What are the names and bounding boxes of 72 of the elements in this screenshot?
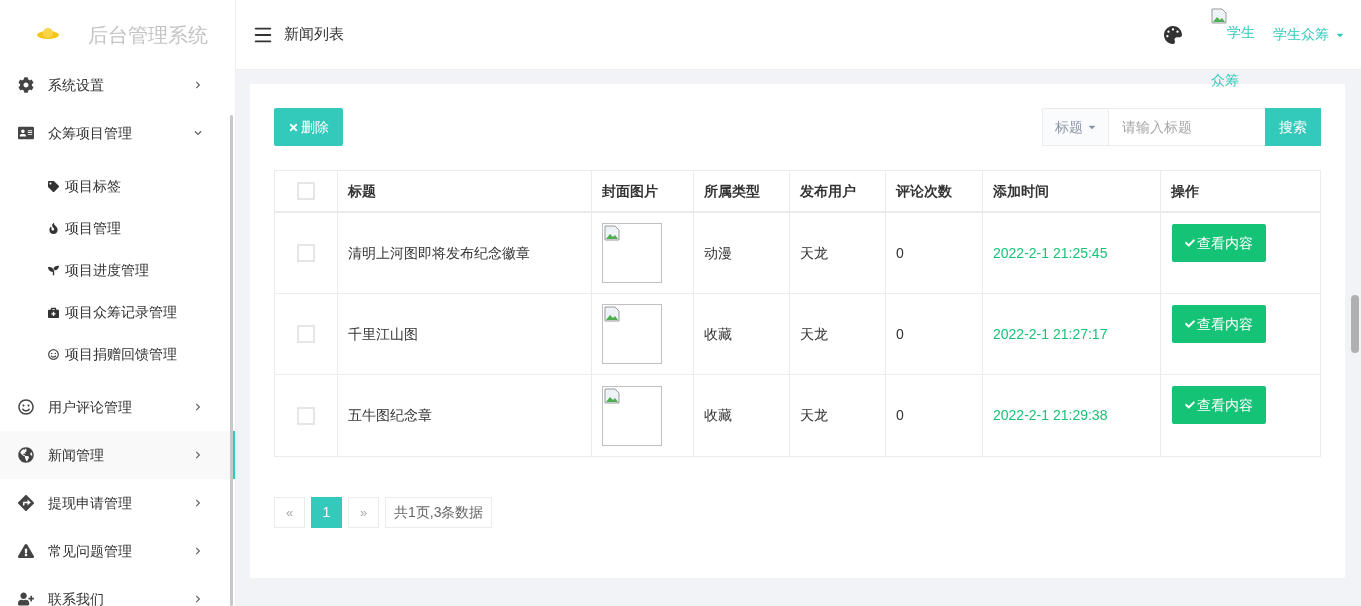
submenu-item[interactable]: 项目标签 bbox=[0, 165, 235, 207]
gear-icon bbox=[18, 77, 34, 93]
warning-icon bbox=[18, 543, 34, 559]
chevron-right-icon bbox=[194, 547, 202, 555]
user-cell-text: 天龙 bbox=[800, 324, 828, 344]
column-header: 评论次数 bbox=[896, 181, 952, 201]
column-header: 操作 bbox=[1171, 181, 1199, 201]
submenu-item[interactable]: 项目众筹记录管理 bbox=[0, 291, 235, 333]
smiley-icon bbox=[48, 348, 59, 360]
broken-image-icon bbox=[1211, 8, 1227, 24]
pagination-summary: 共1页,3条数据 bbox=[385, 497, 493, 528]
sidebar-item[interactable]: 联系我们 bbox=[0, 575, 235, 606]
chevron-down-icon bbox=[194, 129, 202, 137]
comment-count-cell-text: 0 bbox=[896, 243, 904, 263]
added-time-cell-text: 2022-2-1 21:27:17 bbox=[993, 324, 1108, 344]
broken-image-icon bbox=[604, 225, 620, 241]
sidebar-item[interactable]: 众筹项目管理 bbox=[0, 109, 235, 157]
check-icon bbox=[1185, 238, 1195, 248]
medical-case-icon bbox=[48, 306, 59, 318]
scrollbar-thumb bbox=[1351, 295, 1359, 353]
globe-icon bbox=[18, 447, 34, 463]
sidebar-item[interactable]: 新闻管理 bbox=[0, 431, 235, 479]
page-title: 新闻列表 bbox=[284, 24, 344, 45]
title-cell-text: 五牛图纪念章 bbox=[348, 406, 432, 425]
avatar-alt-text: 学生众筹 bbox=[1211, 24, 1255, 88]
column-header: 所属类型 bbox=[704, 181, 760, 201]
smiley-icon bbox=[18, 399, 34, 415]
user-cell-text: 天龙 bbox=[800, 243, 828, 263]
chevron-right-icon bbox=[194, 595, 202, 603]
column-header: 发布用户 bbox=[800, 181, 856, 201]
added-time-cell-text: 2022-2-1 21:29:38 bbox=[993, 406, 1108, 425]
column-header: 添加时间 bbox=[993, 181, 1049, 201]
user-cell-text: 天龙 bbox=[800, 406, 828, 425]
added-time-cell-text: 2022-2-1 21:25:45 bbox=[993, 243, 1108, 263]
palette-icon[interactable] bbox=[1164, 25, 1182, 44]
comment-count-cell-text: 0 bbox=[896, 324, 904, 344]
check-icon bbox=[1185, 400, 1195, 410]
checkbox[interactable] bbox=[297, 244, 315, 262]
title-cell-text: 千里江山图 bbox=[348, 324, 418, 344]
brand-title: 后台管理系统 bbox=[88, 23, 208, 48]
flame-icon bbox=[48, 222, 59, 234]
type-cell-text: 收藏 bbox=[704, 324, 732, 344]
broken-image-icon bbox=[604, 387, 620, 404]
comment-count-cell-text: 0 bbox=[896, 406, 904, 425]
submenu-item[interactable]: 项目进度管理 bbox=[0, 249, 235, 291]
sprout-icon bbox=[48, 264, 59, 276]
chevron-right-icon bbox=[194, 499, 202, 507]
column-header: 封面图片 bbox=[602, 181, 658, 201]
checkbox[interactable] bbox=[297, 325, 315, 343]
search-input[interactable]: 请输入标题 bbox=[1109, 108, 1265, 146]
check-icon bbox=[1185, 319, 1195, 329]
submenu-item[interactable]: 项目管理 bbox=[0, 207, 235, 249]
chevron-right-icon bbox=[194, 451, 202, 459]
broken-image-icon bbox=[604, 306, 620, 322]
chevron-right-icon bbox=[194, 81, 202, 89]
checkbox[interactable] bbox=[297, 406, 315, 425]
title-cell-text: 清明上河图即将发布纪念徽章 bbox=[348, 243, 530, 263]
submenu-item[interactable]: 项目捐赠回馈管理 bbox=[0, 333, 235, 375]
sidebar-item[interactable]: 用户评论管理 bbox=[0, 383, 235, 431]
sidebar-item[interactable]: 常见问题管理 bbox=[0, 527, 235, 575]
tag-icon bbox=[48, 180, 59, 192]
sidebar-item[interactable]: 系统设置 bbox=[0, 61, 235, 109]
card-icon bbox=[18, 125, 34, 141]
type-cell-text: 动漫 bbox=[704, 243, 732, 263]
type-cell-text: 收藏 bbox=[704, 406, 732, 425]
checkbox[interactable] bbox=[297, 182, 315, 200]
close-icon bbox=[288, 121, 299, 133]
chevron-right-icon bbox=[194, 403, 202, 411]
turn-sign-icon bbox=[18, 495, 34, 511]
user-icon bbox=[18, 591, 34, 606]
sidebar-item[interactable]: 提现申请管理 bbox=[0, 479, 235, 527]
column-header: 标题 bbox=[348, 181, 376, 201]
